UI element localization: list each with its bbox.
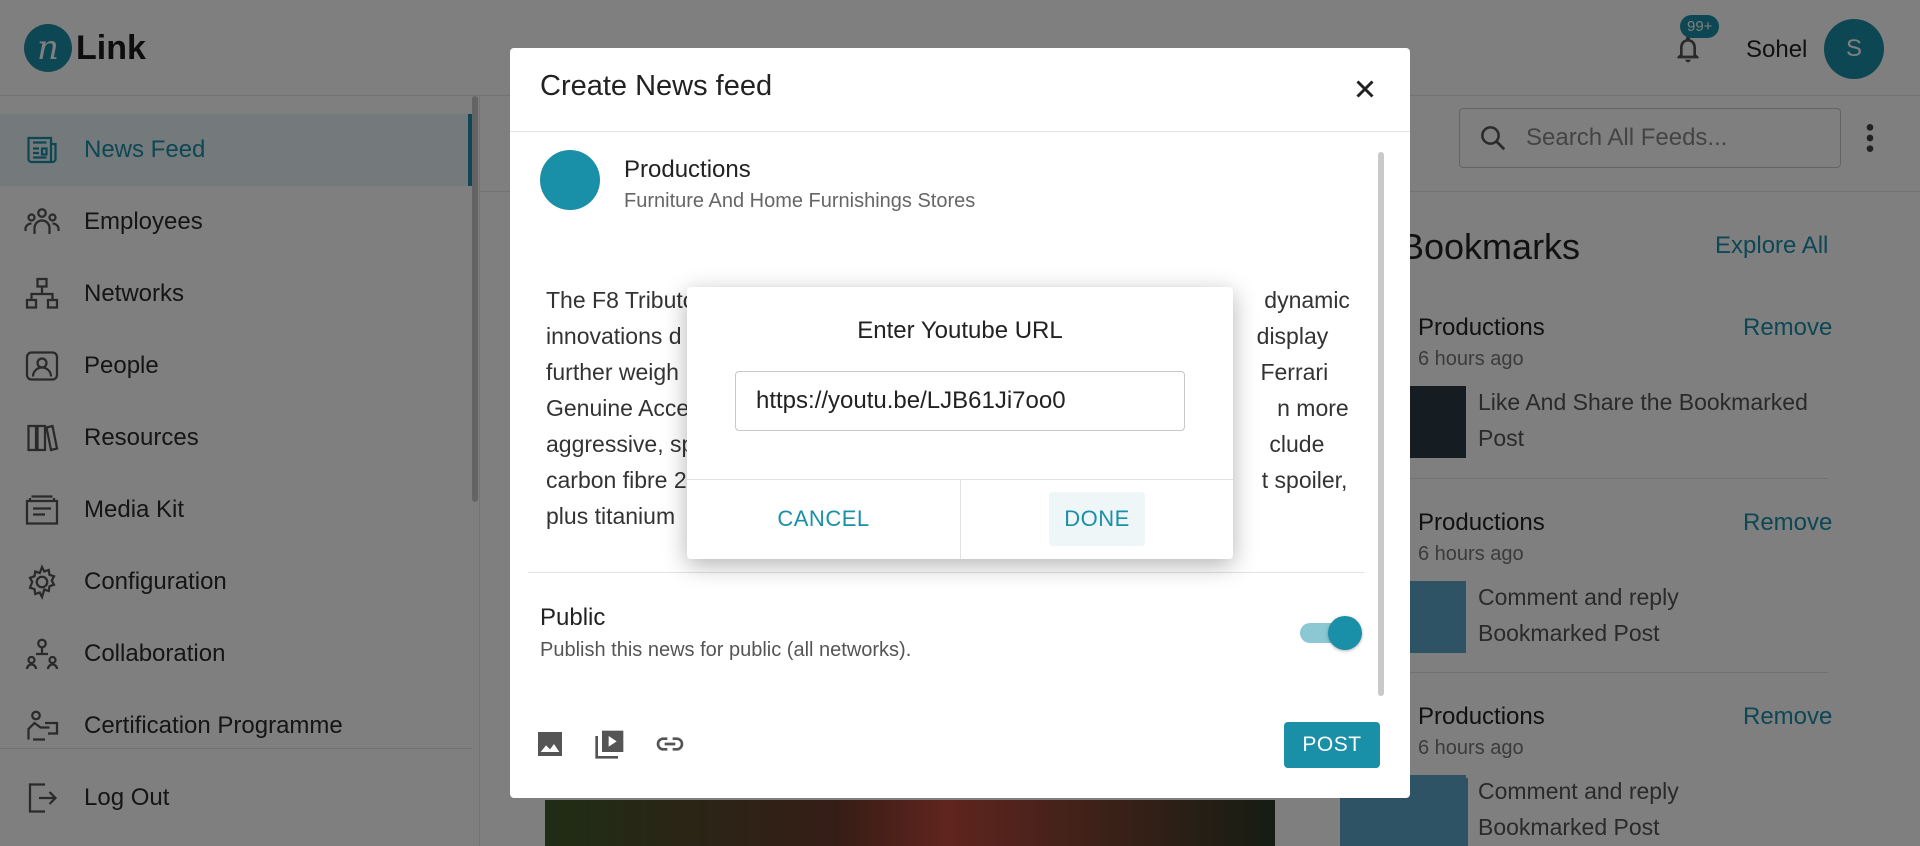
modal-button-divider xyxy=(960,479,961,559)
youtube-url-modal: Enter Youtube URL CANCEL DONE xyxy=(687,287,1233,559)
dialog-scrollbar[interactable] xyxy=(1378,152,1384,696)
done-button[interactable]: DONE xyxy=(1049,492,1145,546)
close-icon[interactable] xyxy=(1350,74,1380,104)
public-title: Public xyxy=(540,604,606,631)
org-category: Furniture And Home Furnishings Stores xyxy=(624,190,976,212)
link-icon[interactable] xyxy=(654,728,686,760)
video-library-icon[interactable] xyxy=(594,728,626,760)
org-avatar xyxy=(540,150,600,210)
youtube-url-input[interactable] xyxy=(735,371,1185,431)
dialog-divider xyxy=(528,572,1364,573)
public-description: Publish this news for public (all networ… xyxy=(540,639,912,661)
post-button[interactable]: POST xyxy=(1284,722,1380,768)
dialog-title: Create News feed xyxy=(540,70,773,102)
org-name: Productions xyxy=(624,156,751,183)
public-toggle-thumb[interactable] xyxy=(1328,616,1362,650)
image-icon[interactable] xyxy=(534,728,566,760)
dialog-header: Create News feed xyxy=(510,48,1410,132)
modal-title: Enter Youtube URL xyxy=(857,317,1063,344)
cancel-button[interactable]: CANCEL xyxy=(687,479,960,559)
